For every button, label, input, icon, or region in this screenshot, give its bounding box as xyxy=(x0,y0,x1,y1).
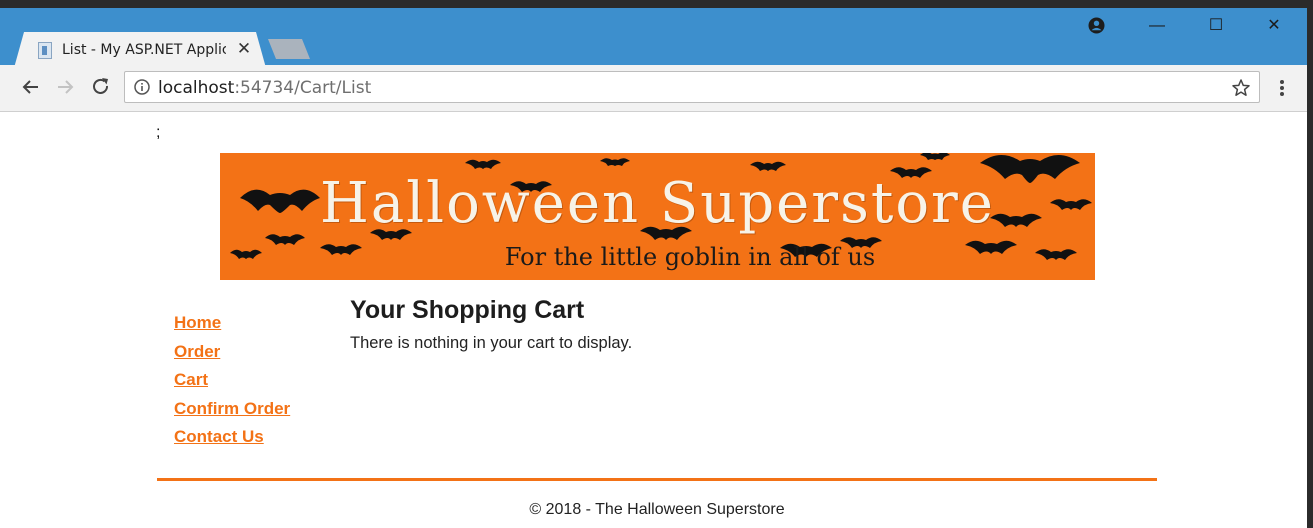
forward-arrow-icon[interactable] xyxy=(52,74,78,100)
title-bar: List - My ASP.NET Applic ✕ — ☐ ✕ xyxy=(0,8,1307,68)
url-text[interactable]: localhost:54734/Cart/List xyxy=(158,78,371,98)
empty-cart-message: There is nothing in your cart to display… xyxy=(350,334,633,352)
nav-link-home[interactable]: Home xyxy=(174,312,290,341)
banner-title: Halloween Superstore xyxy=(320,171,995,236)
browser-tab[interactable]: List - My ASP.NET Applic ✕ xyxy=(14,32,266,68)
star-icon[interactable] xyxy=(1231,78,1251,98)
tab-title: List - My ASP.NET Applic xyxy=(62,42,226,58)
reload-icon[interactable] xyxy=(88,74,114,100)
address-bar[interactable]: localhost:54734/Cart/List xyxy=(124,71,1260,103)
nav-link-order[interactable]: Order xyxy=(174,341,290,370)
maximize-button[interactable]: ☐ xyxy=(1187,8,1245,44)
page-content: ; Halloween Superstore For the little go… xyxy=(0,112,1307,528)
new-tab-button[interactable] xyxy=(268,39,310,59)
browser-window: List - My ASP.NET Applic ✕ — ☐ ✕ localho… xyxy=(0,8,1307,528)
info-icon[interactable] xyxy=(134,79,150,95)
menu-icon[interactable] xyxy=(1274,78,1290,98)
nav-link-cart[interactable]: Cart xyxy=(174,369,290,398)
page-title: Your Shopping Cart xyxy=(350,296,585,324)
nav-link-confirm-order[interactable]: Confirm Order xyxy=(174,398,290,427)
page-favicon xyxy=(38,42,52,59)
profile-icon[interactable] xyxy=(1088,17,1105,34)
footer-copyright: © 2018 - The Halloween Superstore xyxy=(529,501,785,518)
browser-toolbar: localhost:54734/Cart/List xyxy=(0,65,1307,112)
site-banner: Halloween Superstore For the little gobl… xyxy=(220,153,1095,280)
footer-divider xyxy=(157,478,1157,481)
url-path: :54734/Cart/List xyxy=(234,78,372,98)
stray-text: ; xyxy=(156,124,161,141)
url-host: localhost xyxy=(158,78,235,98)
banner-subtitle: For the little goblin in all of us xyxy=(504,243,876,271)
close-window-button[interactable]: ✕ xyxy=(1245,8,1303,44)
tab-close-icon[interactable]: ✕ xyxy=(236,40,252,58)
minimize-button[interactable]: — xyxy=(1128,8,1186,44)
side-navigation: Home Order Cart Confirm Order Contact Us xyxy=(174,312,290,455)
back-arrow-icon[interactable] xyxy=(18,74,44,100)
nav-link-contact-us[interactable]: Contact Us xyxy=(174,426,290,455)
